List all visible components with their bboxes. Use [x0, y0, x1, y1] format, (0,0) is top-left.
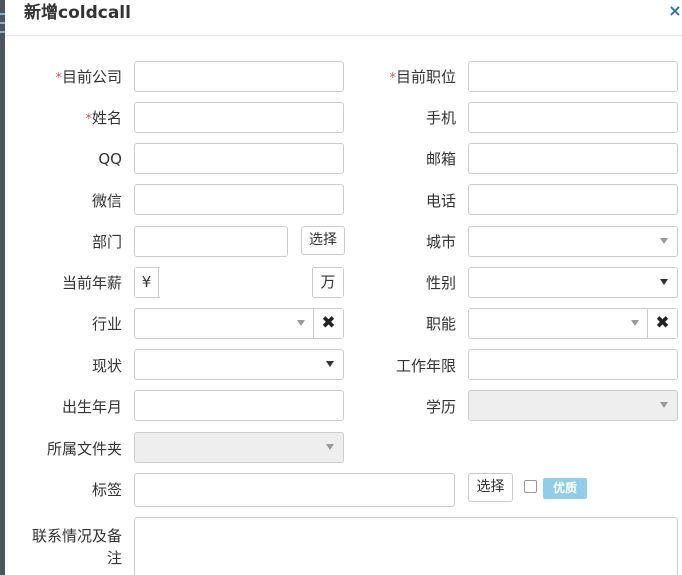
- label-education: 学历: [425, 398, 456, 416]
- dropdown-arrow-icon: [660, 238, 668, 244]
- company-input[interactable]: [134, 61, 344, 92]
- dropdown-arrow-icon: [326, 361, 334, 367]
- label-phone: 电话: [425, 192, 456, 210]
- modal-dialog: 新增coldcall × *目前公司 *目前职位 *姓名 手机 QQ 邮箱 微信…: [5, 0, 682, 575]
- work-years-input[interactable]: [468, 349, 678, 380]
- salary-unit: 万: [312, 268, 343, 297]
- label-function: 职能: [425, 315, 456, 333]
- gender-select[interactable]: [468, 267, 678, 298]
- modal-header: 新增coldcall ×: [5, 0, 682, 36]
- tags-select-button[interactable]: 选择: [468, 473, 513, 502]
- position-input[interactable]: [468, 61, 678, 92]
- department-input[interactable]: [134, 226, 288, 257]
- qq-input[interactable]: [134, 143, 344, 174]
- label-salary: 当前年薪: [61, 274, 122, 292]
- salary-input-group: ¥ 万: [134, 267, 344, 298]
- dropdown-arrow-icon: [297, 320, 305, 326]
- label-industry: 行业: [91, 315, 122, 333]
- label-qq: QQ: [98, 150, 122, 168]
- email-input[interactable]: [468, 143, 678, 174]
- industry-clear-icon[interactable]: ✖: [313, 309, 343, 338]
- industry-select[interactable]: ✖: [134, 308, 344, 339]
- wechat-input[interactable]: [134, 184, 344, 215]
- label-birth: 出生年月: [61, 398, 122, 416]
- dropdown-arrow-icon: [660, 402, 668, 408]
- education-select[interactable]: [468, 390, 678, 421]
- name-input[interactable]: [134, 102, 344, 133]
- tags-input[interactable]: [134, 473, 455, 507]
- city-select[interactable]: [468, 226, 678, 257]
- department-select-button[interactable]: 选择: [301, 226, 345, 255]
- dropdown-arrow-icon: [326, 444, 334, 450]
- dropdown-arrow-icon: [631, 320, 639, 326]
- label-notes: 联系情况及备注: [31, 527, 122, 567]
- yuan-icon: ¥: [135, 268, 159, 297]
- label-position: *目前职位: [389, 68, 456, 86]
- label-name: *姓名: [85, 109, 122, 127]
- phone-input[interactable]: [468, 184, 678, 215]
- modal-title: 新增coldcall: [24, 3, 131, 23]
- folder-select[interactable]: [134, 432, 344, 463]
- birth-input[interactable]: [134, 390, 344, 421]
- mobile-input[interactable]: [468, 102, 678, 133]
- label-mobile: 手机: [425, 109, 456, 127]
- label-city: 城市: [425, 233, 456, 251]
- salary-input[interactable]: [160, 267, 313, 298]
- label-status: 现状: [91, 357, 122, 375]
- function-clear-icon[interactable]: ✖: [647, 309, 677, 338]
- premium-checkbox[interactable]: [524, 480, 537, 493]
- label-folder: 所属文件夹: [46, 440, 122, 458]
- label-tags: 标签: [91, 481, 122, 499]
- function-select[interactable]: ✖: [468, 308, 678, 339]
- dropdown-arrow-icon: [660, 279, 668, 285]
- label-company: *目前公司: [55, 68, 122, 86]
- close-icon[interactable]: ×: [668, 3, 682, 19]
- label-email: 邮箱: [425, 150, 456, 168]
- status-select[interactable]: [134, 349, 344, 380]
- label-work-years: 工作年限: [395, 357, 456, 375]
- label-wechat: 微信: [91, 192, 122, 210]
- premium-badge: 优质: [543, 478, 588, 499]
- label-department: 部门: [91, 233, 122, 251]
- label-gender: 性别: [425, 274, 456, 292]
- notes-textarea[interactable]: [134, 517, 678, 575]
